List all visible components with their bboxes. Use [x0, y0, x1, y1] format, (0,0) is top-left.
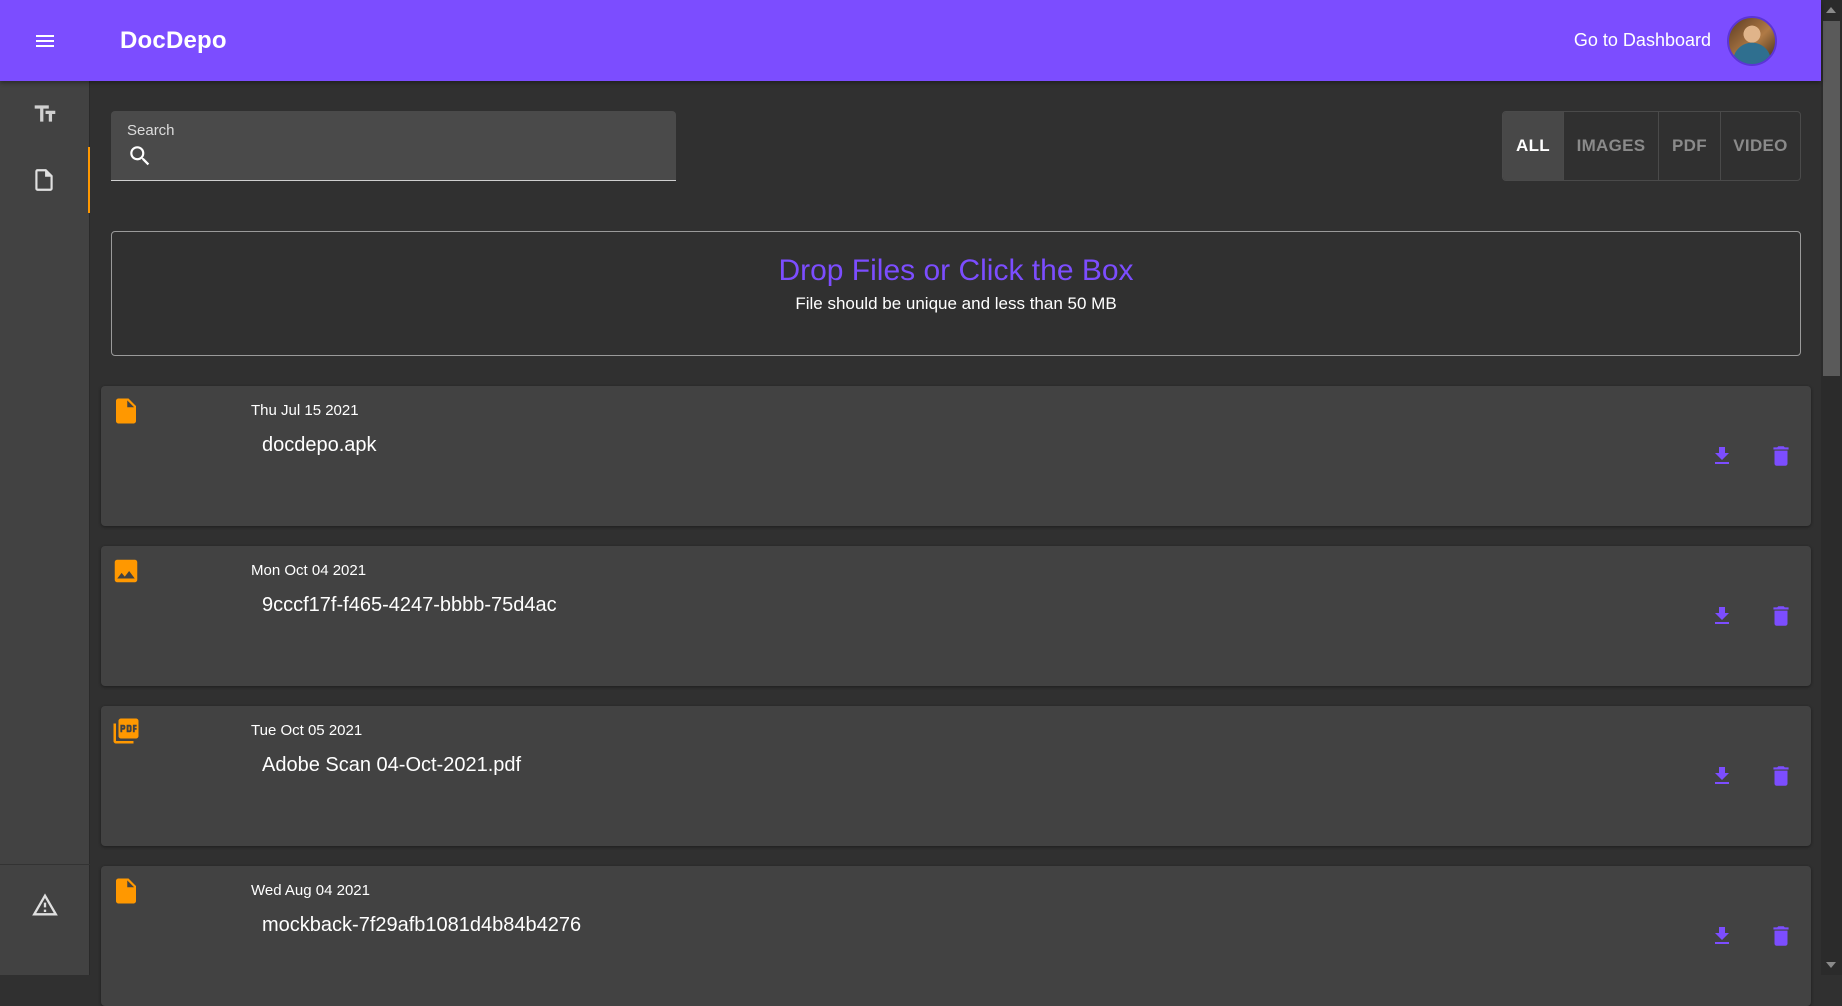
search-icon	[130, 146, 150, 166]
download-button[interactable]	[1704, 758, 1740, 794]
delete-button[interactable]	[1763, 758, 1799, 794]
search-field[interactable]: Search	[111, 111, 676, 181]
search-label: Search	[127, 122, 175, 139]
file-name: mockback-7f29afb1081d4b84b4276	[262, 914, 582, 936]
dropzone-title: Drop Files or Click the Box	[778, 254, 1134, 287]
file-date: Wed Aug 04 2021	[251, 882, 370, 899]
scroll-up-arrow[interactable]	[1826, 7, 1836, 13]
pdf-icon	[113, 718, 139, 744]
file-card: Wed Aug 04 2021 mockback-7f29afb1081d4b8…	[101, 866, 1811, 1006]
filter-all-button[interactable]: ALL	[1503, 112, 1563, 180]
go-to-dashboard-link[interactable]: Go to Dashboard	[1574, 30, 1711, 51]
app-bar: DocDepo Go to Dashboard	[0, 0, 1821, 81]
sidebar-footer	[0, 864, 90, 975]
file-card: Thu Jul 15 2021 docdepo.apk	[101, 386, 1811, 526]
download-icon	[1715, 767, 1729, 784]
main-content: Search ALL IMAGES PDF VIDEO Drop Files o…	[91, 81, 1821, 1006]
delete-button[interactable]	[1763, 438, 1799, 474]
scroll-down-arrow[interactable]	[1826, 962, 1836, 968]
sidebar	[0, 81, 90, 975]
warning-icon	[32, 893, 58, 916]
trash-icon	[1773, 606, 1789, 626]
download-button[interactable]	[1704, 598, 1740, 634]
sidebar-item-report[interactable]	[0, 865, 90, 945]
file-card: Tue Oct 05 2021 Adobe Scan 04-Oct-2021.p…	[101, 706, 1811, 846]
trash-icon	[1773, 766, 1789, 786]
image-icon	[114, 559, 138, 583]
file-date: Tue Oct 05 2021	[251, 722, 363, 739]
filter-video-button[interactable]: VIDEO	[1720, 112, 1800, 180]
app-title: DocDepo	[120, 26, 227, 54]
file-date: Thu Jul 15 2021	[251, 402, 359, 419]
menu-button[interactable]	[0, 0, 90, 81]
dropzone-subtitle: File should be unique and less than 50 M…	[795, 294, 1117, 313]
hamburger-menu-icon	[36, 34, 54, 47]
file-name: 9cccf17f-f465-4247-bbbb-75d4ac	[262, 594, 557, 616]
download-button[interactable]	[1704, 438, 1740, 474]
file-date: Mon Oct 04 2021	[251, 562, 367, 579]
file-icon	[116, 398, 136, 424]
file-dropzone[interactable]: Drop Files or Click the Box File should …	[111, 231, 1801, 356]
sidebar-item-text[interactable]	[0, 81, 90, 147]
file-icon	[116, 878, 136, 904]
trash-icon	[1773, 446, 1789, 466]
filter-images-button[interactable]: IMAGES	[1563, 112, 1658, 180]
page-scrollbar[interactable]	[1821, 0, 1842, 975]
download-icon	[1715, 927, 1729, 944]
file-type-filter: ALL IMAGES PDF VIDEO	[1502, 111, 1801, 181]
filter-pdf-button[interactable]: PDF	[1658, 112, 1720, 180]
delete-button[interactable]	[1763, 918, 1799, 954]
download-icon	[1715, 607, 1729, 624]
sidebar-item-files[interactable]	[0, 147, 90, 213]
download-icon	[1715, 447, 1729, 464]
delete-button[interactable]	[1763, 598, 1799, 634]
file-card: Mon Oct 04 2021 9cccf17f-f465-4247-bbbb-…	[101, 546, 1811, 686]
text-fields-icon	[34, 105, 56, 122]
file-icon	[35, 169, 53, 191]
download-button[interactable]	[1704, 918, 1740, 954]
file-name: Adobe Scan 04-Oct-2021.pdf	[262, 754, 522, 776]
trash-icon	[1773, 926, 1789, 946]
user-avatar[interactable]	[1727, 15, 1777, 66]
scrollbar-thumb[interactable]	[1823, 21, 1840, 376]
file-name: docdepo.apk	[262, 434, 377, 456]
